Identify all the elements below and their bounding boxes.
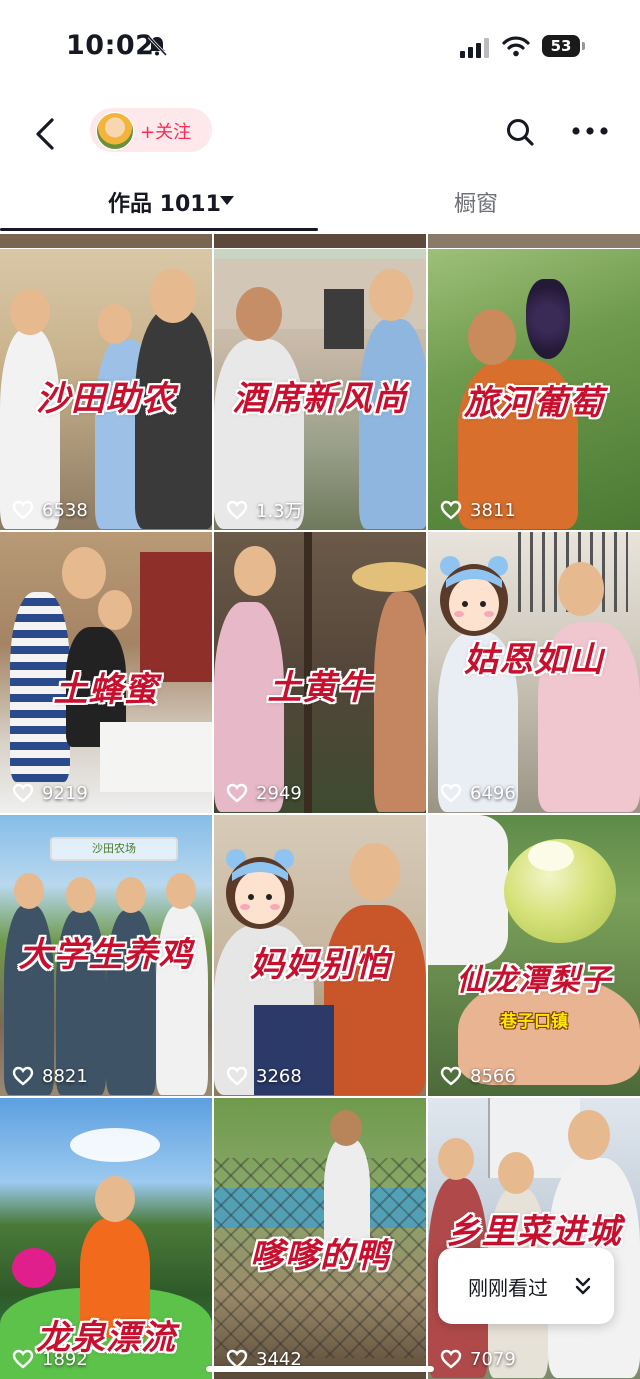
video-card[interactable]: 妈妈别怕 3268 [214,815,426,1096]
profile-header: +关注 [0,96,640,172]
like-count: 8821 [12,1064,88,1088]
like-count: 6496 [440,781,516,805]
heart-icon [226,783,248,803]
video-title: 乡里菜进城 [446,1212,622,1252]
video-card[interactable]: 土黄牛 2949 [214,532,426,813]
like-count-value: 8821 [42,1065,88,1087]
previous-row-peek [0,234,640,248]
like-count: 1892 [12,1347,88,1371]
back-arrow-icon[interactable] [28,114,64,154]
video-title: 仙龙潭梨子 [456,963,612,998]
video-title: 旅河葡萄 [464,383,604,423]
search-icon[interactable] [504,116,536,148]
recently-viewed-button[interactable]: 刚刚看过 [438,1248,614,1324]
battery-level: 53 [542,35,580,57]
video-card[interactable]: 酒席新风尚 1.3万 [214,249,426,530]
video-card[interactable]: 乡里菜进城 7079 [428,1098,640,1379]
status-time: 10:02 [66,30,155,61]
video-card[interactable]: 旅河葡萄 3811 [428,249,640,530]
like-count: 9219 [12,781,88,805]
bell-off-icon [147,35,168,57]
heart-icon [440,1349,462,1369]
battery-cap [582,42,585,50]
signal-icon [460,38,489,58]
video-grid: 沙田助农 6538 酒席新风尚 1.3万 旅河葡萄 3811 土蜂蜜 9219 … [0,234,640,1379]
like-count-value: 6538 [42,499,88,521]
like-count: 7079 [440,1347,516,1371]
like-count-value: 8566 [470,1065,516,1087]
video-card[interactable]: 姑恩如山 6496 [428,532,640,813]
video-card[interactable]: 沙田助农 6538 [0,249,212,530]
heart-icon [226,500,248,520]
video-card[interactable]: 嗲嗲的鸭 3442 [214,1098,426,1379]
video-title: 土蜂蜜 [53,670,159,710]
video-card[interactable]: 沙田农场 大学生养鸡 8821 [0,815,212,1096]
video-card[interactable]: 土蜂蜜 9219 [0,532,212,813]
heart-icon [12,1066,34,1086]
video-card[interactable]: 仙龙潭梨子 巷子口镇 8566 [428,815,640,1096]
like-count-value: 2949 [256,782,302,804]
like-count: 6538 [12,498,88,522]
tab-window[interactable]: 橱窗 [454,186,498,218]
like-count: 1.3万 [226,498,303,522]
video-title: 沙田助农 [36,379,176,419]
like-count-value: 9219 [42,782,88,804]
caret-down-icon[interactable] [220,196,234,205]
wifi-icon [502,36,530,57]
video-card[interactable]: 龙泉漂流 1892 [0,1098,212,1379]
recently-viewed-label: 刚刚看过 [468,1276,548,1300]
like-count-value: 3268 [256,1065,302,1087]
video-title: 嗲嗲的鸭 [250,1236,390,1276]
battery-icon: 53 [542,35,586,59]
more-icon[interactable] [570,124,610,138]
video-title: 姑恩如山 [464,640,604,680]
video-title: 酒席新风尚 [232,379,408,419]
profile-tabs: 作品 1011 橱窗 [0,172,640,234]
video-subtitle: 巷子口镇 [500,1012,568,1032]
like-count-value: 1.3万 [256,501,303,522]
like-count: 3811 [440,498,516,522]
like-count: 2949 [226,781,302,805]
follow-button[interactable]: +关注 [90,108,212,152]
double-chevron-down-icon [575,1277,591,1295]
heart-icon [440,1066,462,1086]
heart-icon [12,1349,34,1369]
like-count: 3268 [226,1064,302,1088]
like-count-value: 1892 [42,1348,88,1370]
like-count-value: 3811 [470,499,516,521]
cartoon-face-sticker [440,556,508,636]
heart-icon [226,1066,248,1086]
video-title: 大学生养鸡 [18,935,194,975]
heart-icon [440,783,462,803]
video-title: 妈妈别怕 [250,945,390,985]
cartoon-face-sticker [226,849,294,929]
tab-works[interactable]: 作品 1011 [108,186,221,218]
heart-icon [12,783,34,803]
like-count-value: 6496 [470,782,516,804]
like-count: 8566 [440,1064,516,1088]
like-count-value: 7079 [470,1348,516,1370]
follow-label: +关注 [140,122,192,143]
status-bar: 10:02 53 [0,0,640,96]
heart-icon [12,500,34,520]
video-title: 土黄牛 [267,668,373,708]
heart-icon [440,500,462,520]
home-indicator[interactable] [206,1366,434,1372]
farm-sign: 沙田农场 [50,837,178,861]
avatar[interactable] [96,112,134,150]
tab-active-indicator [0,228,318,231]
